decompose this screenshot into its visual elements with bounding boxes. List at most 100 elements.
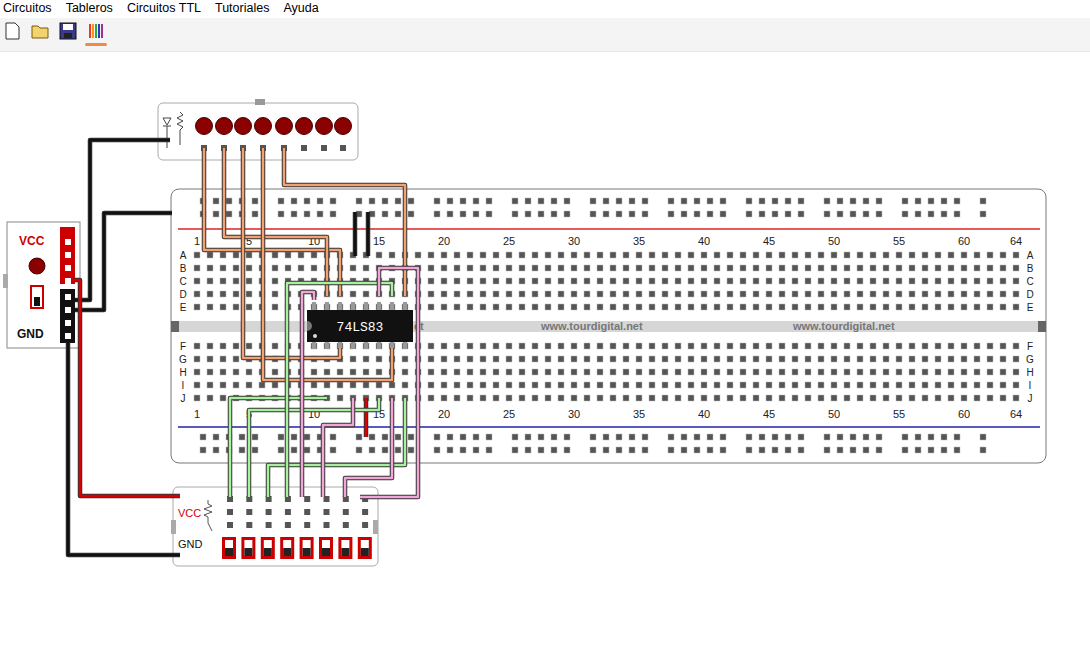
hole[interactable] <box>714 369 720 375</box>
hole[interactable] <box>896 304 902 310</box>
hole[interactable] <box>1000 265 1006 271</box>
hole[interactable] <box>922 278 928 284</box>
hole[interactable] <box>779 291 785 297</box>
vcc-pin[interactable] <box>65 278 71 284</box>
rail-hole[interactable] <box>395 447 401 453</box>
rail-hole[interactable] <box>538 447 544 453</box>
hole[interactable] <box>1000 395 1006 401</box>
rail-hole[interactable] <box>850 198 856 204</box>
rail-hole[interactable] <box>213 198 219 204</box>
hole[interactable] <box>883 252 889 258</box>
hole[interactable] <box>467 304 473 310</box>
hole[interactable] <box>701 382 707 388</box>
hole[interactable] <box>207 369 213 375</box>
hole[interactable] <box>701 356 707 362</box>
hole[interactable] <box>272 382 278 388</box>
hole[interactable] <box>311 369 317 375</box>
hole[interactable] <box>558 304 564 310</box>
hole[interactable] <box>1013 343 1019 349</box>
hole[interactable] <box>740 382 746 388</box>
hole[interactable] <box>532 343 538 349</box>
hole[interactable] <box>662 356 668 362</box>
hole[interactable] <box>389 252 395 258</box>
rail-hole[interactable] <box>460 447 466 453</box>
hole[interactable] <box>350 356 356 362</box>
hole[interactable] <box>1013 291 1019 297</box>
hole[interactable] <box>545 291 551 297</box>
hole[interactable] <box>467 395 473 401</box>
hole[interactable] <box>883 395 889 401</box>
hole[interactable] <box>480 343 486 349</box>
rail-hole[interactable] <box>603 211 609 217</box>
hole[interactable] <box>675 304 681 310</box>
hole[interactable] <box>857 395 863 401</box>
hole[interactable] <box>935 304 941 310</box>
hole[interactable] <box>480 382 486 388</box>
hole[interactable] <box>727 395 733 401</box>
hole[interactable] <box>597 382 603 388</box>
rail-hole[interactable] <box>447 198 453 204</box>
hole[interactable] <box>909 265 915 271</box>
led-bar-handle[interactable] <box>255 99 265 105</box>
hole[interactable] <box>480 291 486 297</box>
hole[interactable] <box>870 382 876 388</box>
hole[interactable] <box>649 291 655 297</box>
rail-hole[interactable] <box>590 198 596 204</box>
rail-hole[interactable] <box>291 198 297 204</box>
hole[interactable] <box>740 291 746 297</box>
hole[interactable] <box>1013 304 1019 310</box>
hole[interactable] <box>246 304 252 310</box>
hole[interactable] <box>597 304 603 310</box>
hole[interactable] <box>519 278 525 284</box>
hole[interactable] <box>493 382 499 388</box>
rail-hole[interactable] <box>304 447 310 453</box>
hole[interactable] <box>714 395 720 401</box>
hole[interactable] <box>805 356 811 362</box>
wire[interactable] <box>360 268 418 497</box>
hole[interactable] <box>727 304 733 310</box>
hole[interactable] <box>662 252 668 258</box>
hole[interactable] <box>922 304 928 310</box>
hole[interactable] <box>571 356 577 362</box>
hole[interactable] <box>922 343 928 349</box>
hole[interactable] <box>623 252 629 258</box>
hole[interactable] <box>519 395 525 401</box>
wire[interactable] <box>355 212 356 256</box>
hole[interactable] <box>909 278 915 284</box>
hole[interactable] <box>688 304 694 310</box>
hole[interactable] <box>779 369 785 375</box>
hole[interactable] <box>519 304 525 310</box>
hole[interactable] <box>584 304 590 310</box>
hole[interactable] <box>571 382 577 388</box>
hole[interactable] <box>246 369 252 375</box>
hole[interactable] <box>844 356 850 362</box>
hole[interactable] <box>337 382 343 388</box>
hole[interactable] <box>714 252 720 258</box>
wire[interactable] <box>366 398 367 437</box>
hole[interactable] <box>493 395 499 401</box>
hole[interactable] <box>922 395 928 401</box>
hole[interactable] <box>285 265 291 271</box>
hole[interactable] <box>597 278 603 284</box>
hole[interactable] <box>558 278 564 284</box>
rail-hole[interactable] <box>525 211 531 217</box>
rail-hole[interactable] <box>408 447 414 453</box>
hole[interactable] <box>922 265 928 271</box>
hole[interactable] <box>870 278 876 284</box>
hole[interactable] <box>974 278 980 284</box>
rail-hole[interactable] <box>616 447 622 453</box>
power-switch[interactable] <box>31 286 43 308</box>
rail-hole[interactable] <box>915 211 921 217</box>
wire[interactable] <box>204 148 340 296</box>
hole[interactable] <box>480 278 486 284</box>
rail-hole[interactable] <box>291 211 297 217</box>
hole[interactable] <box>935 356 941 362</box>
hole[interactable] <box>220 369 226 375</box>
hole[interactable] <box>428 356 434 362</box>
rail-hole[interactable] <box>902 434 908 440</box>
hole[interactable] <box>636 382 642 388</box>
hole[interactable] <box>623 369 629 375</box>
rail-hole[interactable] <box>629 447 635 453</box>
hole[interactable] <box>909 252 915 258</box>
hole[interactable] <box>649 252 655 258</box>
